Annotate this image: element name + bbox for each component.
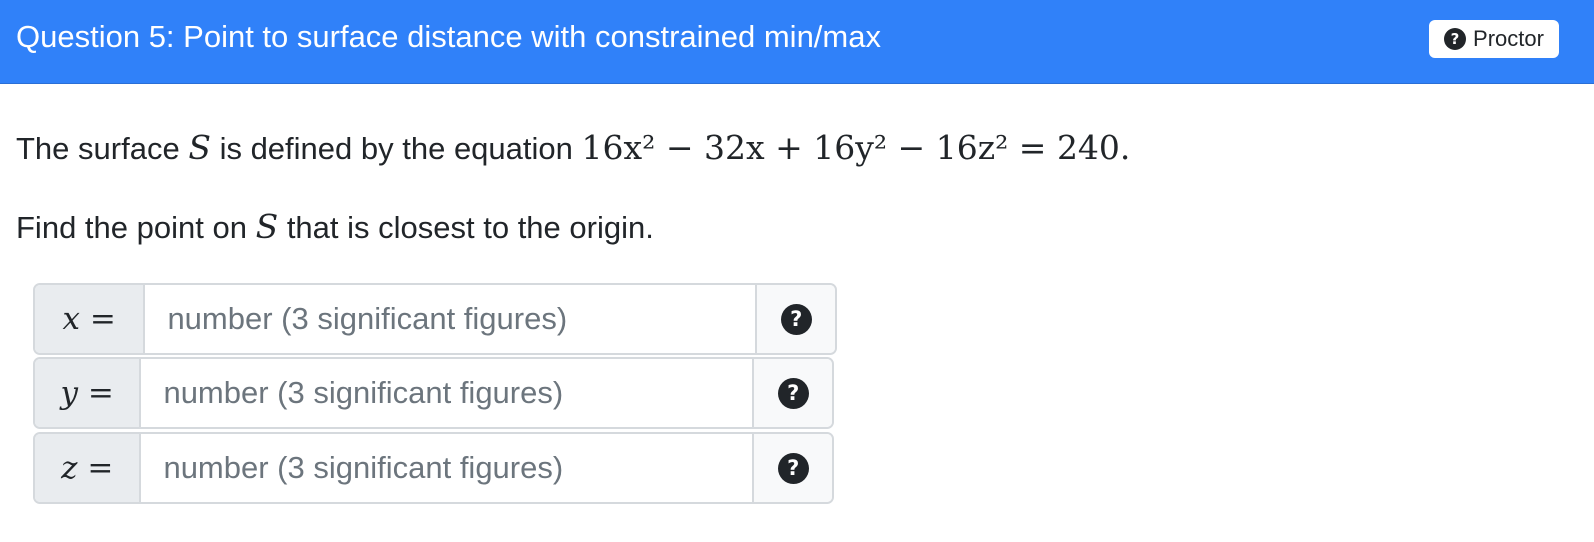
help-button-y[interactable]: ? bbox=[752, 359, 832, 427]
variable-label-y: y = bbox=[35, 359, 142, 427]
answer-input-y[interactable] bbox=[141, 359, 753, 427]
answer-input-z[interactable] bbox=[141, 434, 753, 502]
surface-symbol: S bbox=[188, 128, 211, 167]
question-title: Question 5: Point to surface distance wi… bbox=[16, 19, 881, 54]
surface-equation: 16x² − 32x + 16y² − 16z² = 240. bbox=[581, 128, 1131, 167]
question-header: Question 5: Point to surface distance wi… bbox=[0, 0, 1594, 84]
answer-row-y: y = ? bbox=[33, 357, 834, 429]
question-statement: The surface S is defined by the equation… bbox=[16, 128, 1130, 169]
answer-row-x: x = ? bbox=[33, 283, 837, 355]
prompt-surface-symbol: S bbox=[255, 207, 279, 246]
question-circle-icon: ? bbox=[1444, 28, 1467, 50]
question-prompt: Find the point on S that is closest to t… bbox=[16, 207, 654, 248]
question-circle-icon: ? bbox=[777, 452, 809, 484]
prompt-prefix: Find the point on bbox=[16, 210, 247, 245]
proctor-label: Proctor bbox=[1473, 26, 1544, 51]
question-circle-icon: ? bbox=[777, 377, 809, 409]
statement-prefix: The surface bbox=[16, 131, 180, 166]
help-button-x[interactable]: ? bbox=[755, 285, 835, 353]
variable-label-z: z = bbox=[35, 434, 142, 502]
prompt-suffix: that is closest to the origin. bbox=[286, 210, 654, 245]
help-button-z[interactable]: ? bbox=[752, 434, 832, 502]
variable-label-x: x = bbox=[35, 285, 146, 353]
statement-middle: is defined by the equation bbox=[219, 131, 573, 166]
proctor-badge[interactable]: ? Proctor bbox=[1429, 20, 1559, 58]
answer-input-x[interactable] bbox=[145, 285, 756, 353]
question-circle-icon: ? bbox=[780, 303, 812, 335]
answer-row-z: z = ? bbox=[33, 432, 834, 504]
